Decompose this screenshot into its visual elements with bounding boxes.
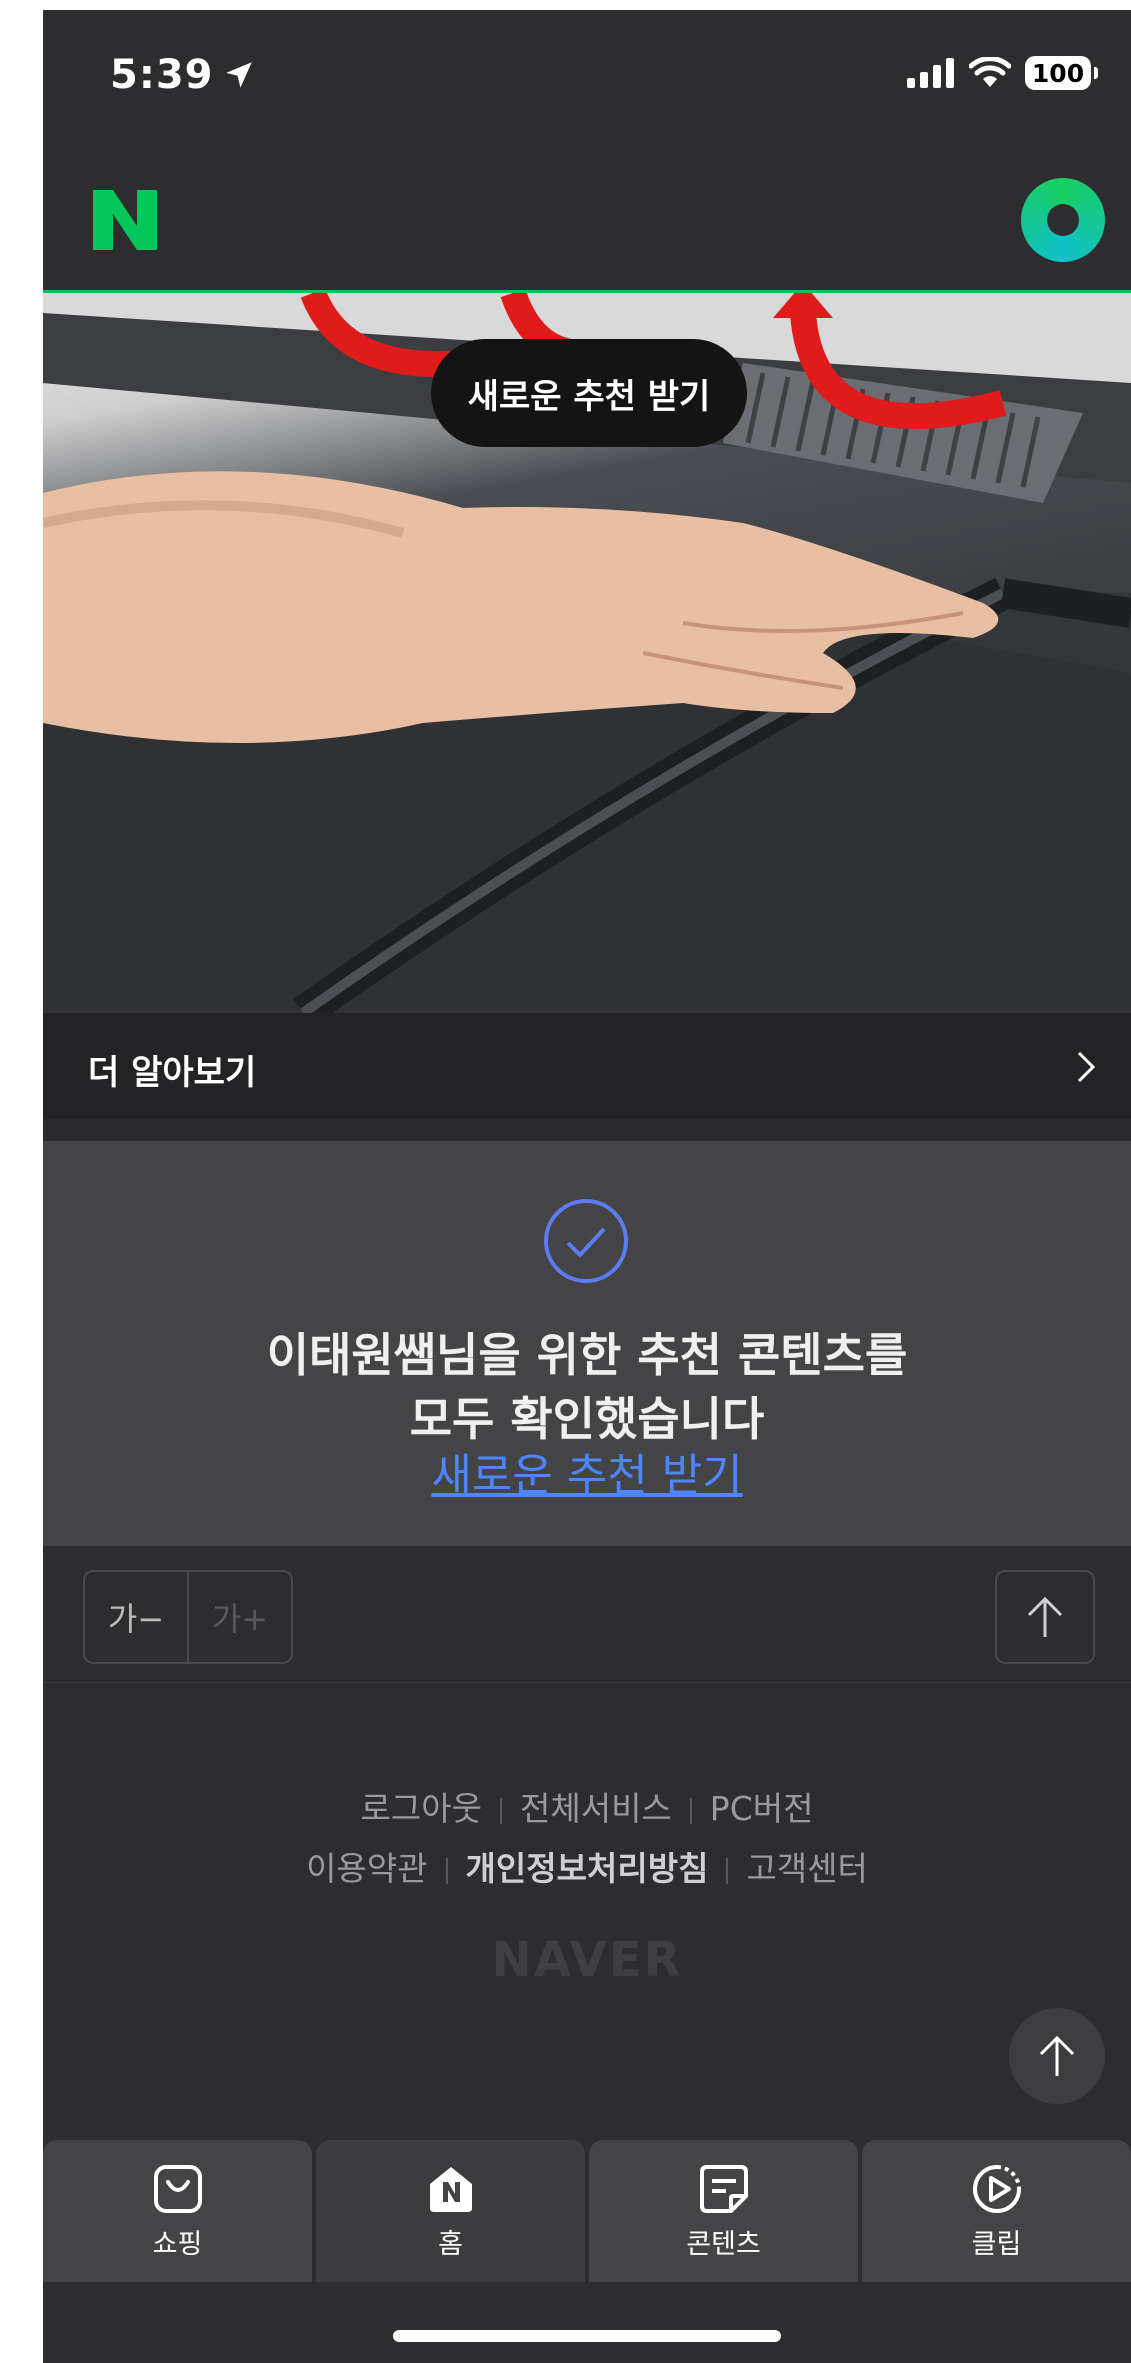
font-decrease-button[interactable]: 가− <box>85 1572 189 1662</box>
battery-level: 100 <box>1031 58 1085 88</box>
footer-links-row1: 로그아웃 전체서비스 PC버전 <box>43 1782 1131 1830</box>
separator <box>726 1857 729 1884</box>
toast-label: 새로운 추천 받기 <box>467 376 711 417</box>
tab-contents[interactable]: 콘텐츠 <box>589 2140 858 2282</box>
terms-link[interactable]: 이용약관 <box>306 1849 427 1888</box>
time-text: 5:39 <box>110 52 214 98</box>
app-header <box>43 150 1131 293</box>
chevron-right-icon <box>1077 1051 1096 1083</box>
wifi-icon <box>969 57 1011 87</box>
tab-clip[interactable]: 클립 <box>862 2140 1131 2282</box>
customer-center-link[interactable]: 고객센터 <box>746 1849 867 1888</box>
check-circle-icon <box>544 1199 628 1283</box>
clock: 5:39 <box>110 52 256 98</box>
footer-links-row2: 이용약관 개인정보처리방침 고객센터 <box>43 1842 1131 1890</box>
learn-more-bar[interactable]: 더 알아보기 <box>43 1013 1131 1119</box>
arrow-up-icon <box>1039 2035 1075 2076</box>
bottom-tab-bar: 쇼핑 홈 콘텐츠 클립 <box>43 2140 1131 2290</box>
phone-screen: 5:39 100 새로운 추천 받기 더 알아보기 이태원쌤님을 위한 추천 콘… <box>43 10 1131 2363</box>
divider <box>43 1119 1131 1141</box>
tab-home-label: 홈 <box>438 2228 463 2260</box>
content-note-icon <box>699 2164 748 2213</box>
tab-shopping[interactable]: 쇼핑 <box>43 2140 312 2282</box>
learn-more-label: 더 알아보기 <box>88 1053 257 1093</box>
battery-indicator: 100 <box>1025 56 1098 90</box>
home-indicator <box>393 2330 781 2342</box>
done-message-line1: 이태원쌤님을 위한 추천 콘텐츠를 <box>266 1328 908 1382</box>
naver-logo-icon[interactable] <box>93 190 157 250</box>
font-increase-button[interactable]: 가+ <box>189 1572 291 1662</box>
clip-play-icon <box>972 2164 1021 2213</box>
new-recommendation-link[interactable]: 새로운 추천 받기 <box>43 1439 1131 1503</box>
floating-scroll-top-button[interactable] <box>1009 2008 1105 2104</box>
pc-version-link[interactable]: PC버전 <box>710 1789 814 1828</box>
new-recommendation-toast[interactable]: 새로운 추천 받기 <box>431 339 747 447</box>
separator <box>689 1797 692 1824</box>
status-indicators: 100 <box>907 56 1098 90</box>
separator <box>499 1797 502 1824</box>
tools-row: 가− 가+ <box>43 1546 1131 1683</box>
naver-brand-logo: NAVER <box>491 1932 683 1988</box>
signal-icon <box>907 58 954 88</box>
tab-clip-label: 클립 <box>971 2228 1022 2260</box>
arrow-up-icon <box>1027 1596 1063 1637</box>
tab-shopping-label: 쇼핑 <box>152 2228 203 2260</box>
all-viewed-panel: 이태원쌤님을 위한 추천 콘텐츠를 모두 확인했습니다 새로운 추천 받기 <box>43 1141 1131 1546</box>
privacy-policy-link[interactable]: 개인정보처리방침 <box>466 1849 709 1888</box>
tab-home[interactable]: 홈 <box>316 2140 585 2282</box>
font-size-control: 가− 가+ <box>83 1570 293 1664</box>
home-icon <box>429 2166 472 2212</box>
naver-green-dot-icon[interactable] <box>1021 178 1105 262</box>
scroll-top-button[interactable] <box>995 1570 1095 1664</box>
shopping-bag-icon <box>153 2164 202 2213</box>
logout-link[interactable]: 로그아웃 <box>361 1789 482 1828</box>
separator <box>445 1857 448 1884</box>
tab-contents-label: 콘텐츠 <box>686 2228 761 2260</box>
status-bar: 5:39 100 <box>43 10 1131 150</box>
all-services-link[interactable]: 전체서비스 <box>520 1789 672 1828</box>
hero-image[interactable]: 새로운 추천 받기 <box>43 293 1131 1013</box>
location-arrow-icon <box>225 62 252 88</box>
